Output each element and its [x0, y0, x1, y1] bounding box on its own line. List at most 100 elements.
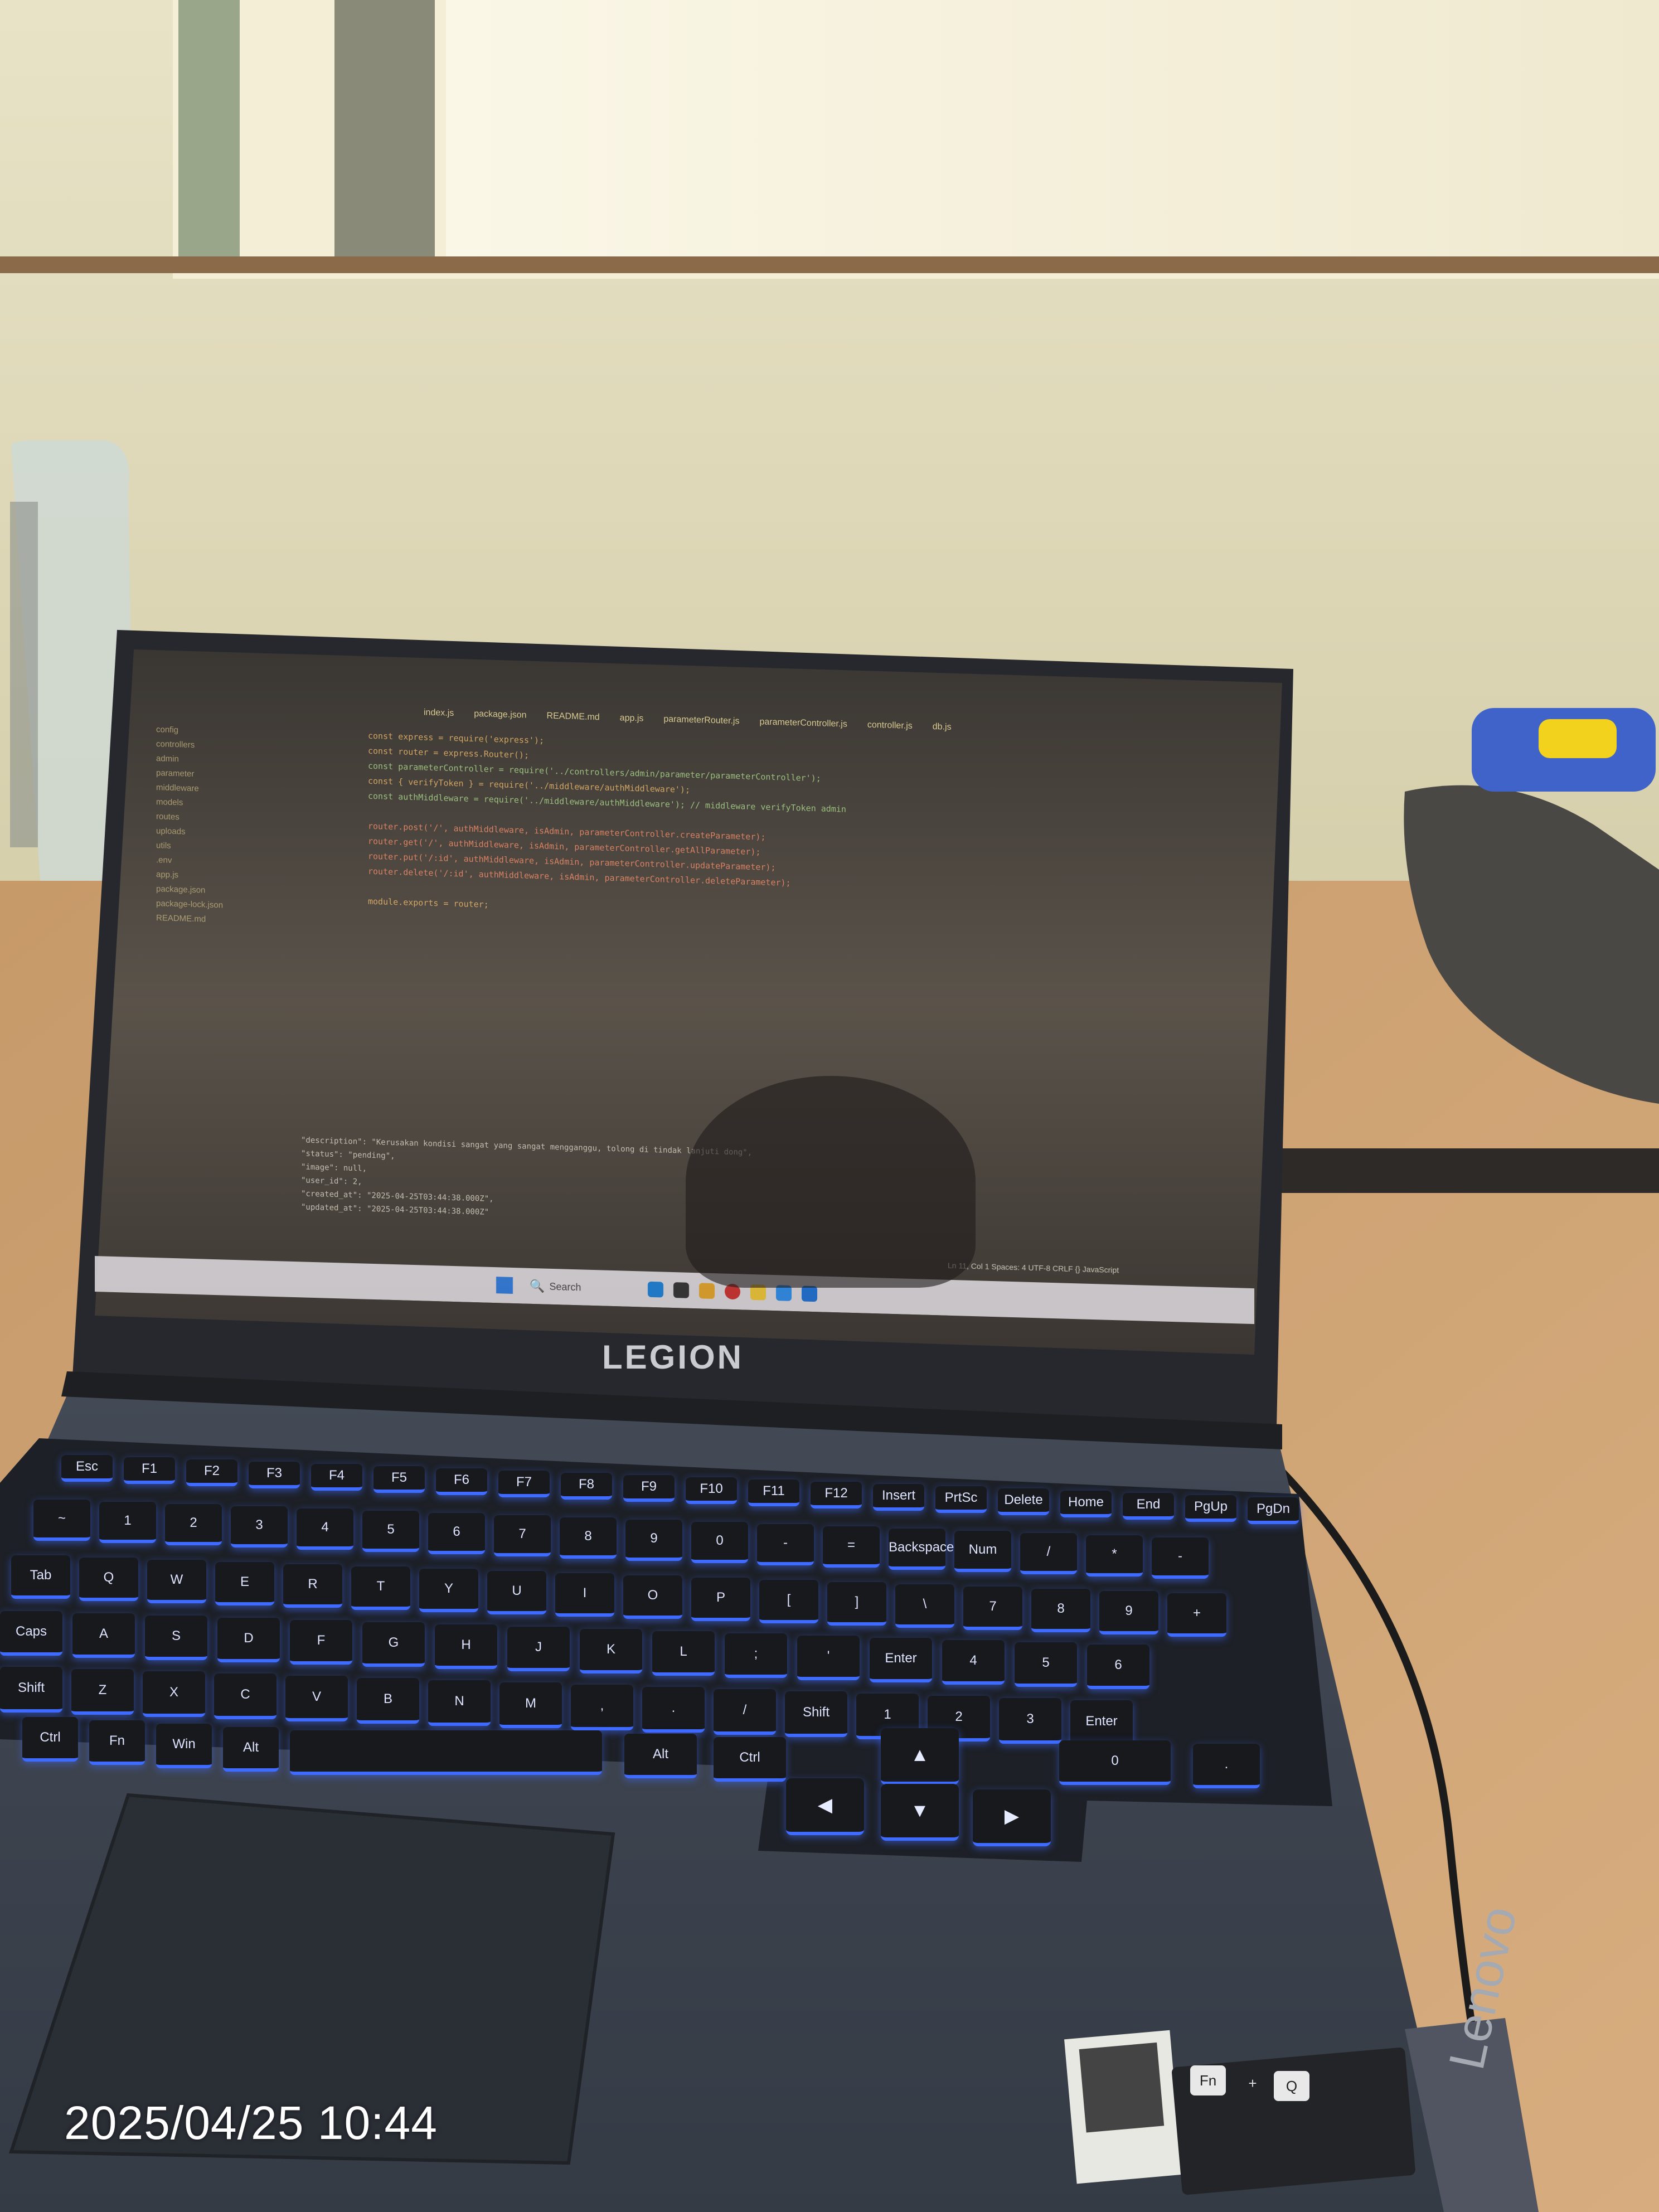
keyboard-key[interactable]: . [1193, 1744, 1260, 1788]
keyboard-key[interactable]: S [145, 1616, 207, 1660]
keyboard-key[interactable]: Z [71, 1669, 134, 1715]
keyboard-key[interactable]: O [623, 1575, 682, 1619]
keyboard-key[interactable]: End [1123, 1493, 1174, 1520]
arrow-key[interactable]: ▶ [973, 1789, 1051, 1846]
keyboard-key[interactable]: ~ [33, 1500, 90, 1541]
keyboard-key[interactable]: L [652, 1631, 715, 1676]
keyboard-key[interactable]: Fn [89, 1720, 145, 1765]
keyboard-key[interactable]: Shift [785, 1691, 847, 1737]
keyboard-key[interactable]: , [571, 1685, 633, 1730]
keyboard-key[interactable]: Home [1060, 1491, 1112, 1517]
keyboard-key[interactable]: ; [725, 1633, 787, 1678]
keyboard-key[interactable]: Y [419, 1569, 478, 1612]
keyboard-key[interactable]: R [283, 1564, 342, 1608]
keyboard-key[interactable]: F1 [124, 1457, 175, 1484]
keyboard-key[interactable]: 4 [942, 1640, 1005, 1685]
keyboard-key[interactable]: ] [827, 1582, 886, 1626]
keyboard-key[interactable]: A [72, 1613, 135, 1658]
keyboard-key[interactable]: F6 [436, 1468, 487, 1495]
keyboard-key[interactable]: Ctrl [22, 1717, 78, 1762]
keyboard-key[interactable]: U [487, 1571, 546, 1614]
keyboard-key[interactable]: J [507, 1627, 570, 1671]
keyboard-key[interactable]: C [214, 1673, 276, 1719]
keyboard-key[interactable]: + [1167, 1593, 1226, 1637]
keyboard-key[interactable]: Num [954, 1531, 1011, 1572]
keyboard-key[interactable]: P [691, 1578, 750, 1621]
keyboard-key[interactable]: 6 [428, 1513, 485, 1554]
keyboard-key[interactable]: 9 [625, 1520, 682, 1561]
keyboard-key[interactable]: 8 [1031, 1589, 1090, 1632]
keyboard-key[interactable]: 4 [297, 1508, 353, 1550]
keyboard-key[interactable]: Insert [873, 1484, 924, 1511]
keyboard-key[interactable]: 3 [231, 1506, 288, 1548]
keyboard-key[interactable]: T [351, 1566, 410, 1610]
keyboard-key[interactable]: 6 [1087, 1645, 1149, 1689]
space-bar[interactable] [290, 1730, 602, 1775]
keyboard-key[interactable]: PrtSc [935, 1486, 987, 1513]
keyboard-key[interactable]: Enter [870, 1638, 932, 1682]
keyboard-key[interactable]: = [823, 1526, 880, 1568]
keyboard-key[interactable]: N [428, 1680, 491, 1726]
keyboard-key[interactable]: / [1020, 1533, 1077, 1574]
keyboard-key[interactable]: F [290, 1620, 352, 1665]
keyboard-key[interactable]: F5 [373, 1466, 425, 1493]
keyboard-key[interactable]: F9 [623, 1475, 675, 1502]
keyboard-key[interactable]: 7 [494, 1515, 551, 1556]
keyboard-key[interactable]: Shift [0, 1667, 62, 1713]
keyboard-key[interactable]: F12 [811, 1482, 862, 1508]
arrow-key[interactable]: ▲ [881, 1728, 959, 1785]
keyboard-key[interactable]: F2 [186, 1459, 237, 1486]
keyboard-key[interactable]: 8 [560, 1517, 617, 1559]
keyboard-key[interactable]: 0 [1059, 1740, 1171, 1785]
keyboard-key[interactable]: Win [156, 1724, 212, 1768]
keyboard-key[interactable]: F10 [686, 1477, 737, 1504]
keyboard-key[interactable]: . [642, 1687, 705, 1733]
keyboard-key[interactable]: - [1152, 1537, 1209, 1579]
keyboard-key[interactable]: PgUp [1185, 1495, 1236, 1522]
keyboard-key[interactable]: E [215, 1562, 274, 1605]
keyboard-key[interactable]: F4 [311, 1464, 362, 1491]
keyboard-key[interactable]: Enter [1070, 1700, 1133, 1746]
keyboard-key[interactable]: V [285, 1676, 348, 1721]
keyboard-key[interactable]: W [147, 1560, 206, 1603]
keyboard-key[interactable]: Alt [223, 1727, 279, 1772]
keyboard-key[interactable]: 7 [963, 1587, 1022, 1630]
keyboard-key[interactable]: X [143, 1671, 205, 1717]
keyboard-key[interactable]: * [1086, 1535, 1143, 1576]
keyboard-key[interactable]: 0 [691, 1522, 748, 1563]
keyboard-key[interactable]: [ [759, 1580, 818, 1623]
keyboard-key[interactable]: I [555, 1573, 614, 1617]
keyboard-key[interactable]: / [714, 1689, 776, 1735]
keyboard-key[interactable]: G [362, 1622, 425, 1667]
arrow-key[interactable]: ◀ [786, 1778, 864, 1835]
keyboard-key[interactable]: 9 [1099, 1591, 1158, 1634]
keyboard-key[interactable]: ' [797, 1636, 860, 1680]
keyboard-key[interactable]: F11 [748, 1479, 799, 1506]
keyboard-key[interactable]: 1 [99, 1502, 156, 1543]
keyboard-key[interactable]: M [499, 1682, 562, 1728]
keyboard-key[interactable]: Backspace [889, 1529, 954, 1570]
keyboard-key[interactable]: F8 [561, 1473, 612, 1500]
keyboard-key[interactable]: H [435, 1624, 497, 1669]
keyboard-key[interactable]: PgDn [1248, 1497, 1299, 1524]
keyboard-key[interactable]: Ctrl [714, 1737, 786, 1782]
keyboard-key[interactable]: B [357, 1678, 419, 1724]
keyboard-key[interactable]: K [580, 1629, 642, 1673]
keyboard-key[interactable]: \ [895, 1584, 954, 1628]
keyboard-key[interactable]: 2 [165, 1504, 222, 1545]
photo-timestamp: 2025/04/25 10:44 [64, 2097, 438, 2149]
keyboard-key[interactable]: Caps [0, 1611, 62, 1656]
keyboard-key[interactable]: Q [79, 1558, 138, 1601]
arrow-key[interactable]: ▼ [881, 1784, 959, 1841]
keyboard-key[interactable]: Delete [998, 1488, 1049, 1515]
keyboard-key[interactable]: - [757, 1524, 814, 1565]
keyboard-key[interactable]: D [217, 1618, 280, 1662]
keyboard-key[interactable]: Esc [61, 1455, 113, 1482]
keyboard-key[interactable]: 3 [999, 1698, 1061, 1744]
keyboard-key[interactable]: Tab [11, 1555, 70, 1599]
keyboard-key[interactable]: Alt [624, 1734, 697, 1778]
keyboard-key[interactable]: F3 [249, 1462, 300, 1488]
keyboard-key[interactable]: 5 [1015, 1642, 1077, 1687]
keyboard-key[interactable]: F7 [498, 1471, 550, 1497]
keyboard-key[interactable]: 5 [362, 1511, 419, 1552]
